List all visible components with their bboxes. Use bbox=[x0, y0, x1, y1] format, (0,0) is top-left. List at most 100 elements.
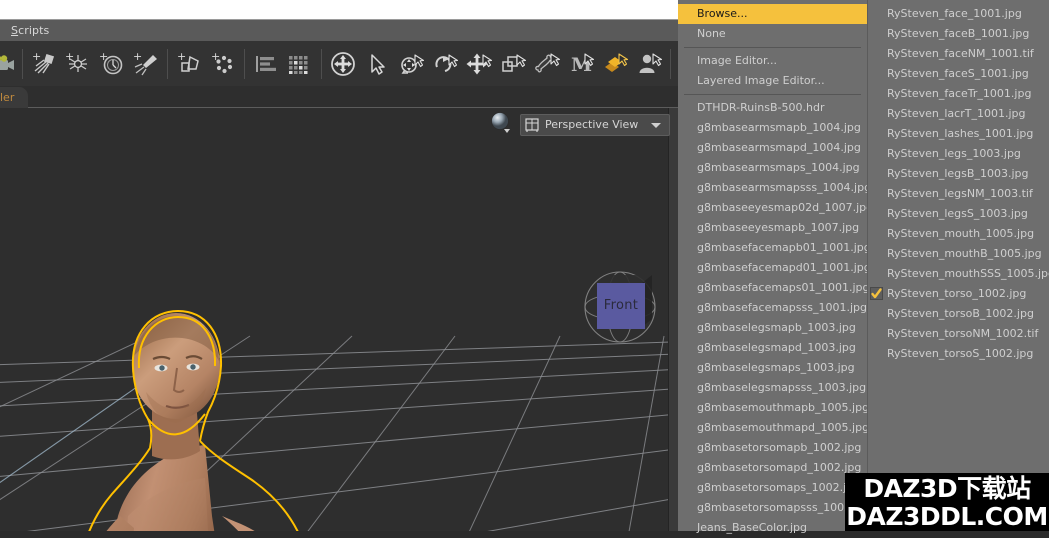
menu-item[interactable]: RySteven_mouthB_1005.jpg bbox=[868, 244, 1049, 264]
menu-item[interactable]: RySteven_mouthSSS_1005.jpg bbox=[868, 264, 1049, 284]
menu-item[interactable]: RySteven_lacrT_1001.jpg bbox=[868, 104, 1049, 124]
menu-item[interactable]: g8mbasefacemapb01_1001.jpg bbox=[678, 238, 867, 258]
spot-light-icon: + bbox=[133, 51, 159, 77]
create-null-button[interactable]: + bbox=[206, 43, 240, 85]
menu-item[interactable]: g8mbaselegsmaps_1003.jpg bbox=[678, 358, 867, 378]
menu-item-label: g8mbasearmsmapsss_1004.jpg bbox=[697, 181, 867, 194]
menu-item[interactable]: g8mbasetorsomapd_1002.jpg bbox=[678, 458, 867, 478]
texture-dropdown-menu[interactable]: Browse... None Image Editor... Layered Imag… bbox=[678, 0, 1049, 534]
menu-item[interactable]: g8mbaselegsmapsss_1003.jpg bbox=[678, 378, 867, 398]
menu-item[interactable]: g8mbasemouthmapd_1005.jpg bbox=[678, 418, 867, 438]
viewport[interactable]: Perspective View Front bbox=[0, 108, 678, 531]
translate-tool-button[interactable] bbox=[462, 43, 496, 85]
menu-item[interactable]: DTHDR-RuinsB-500.hdr bbox=[678, 98, 867, 118]
menu-item[interactable]: g8mbasetorsomaps_1002.jpg bbox=[678, 478, 867, 498]
menu-item[interactable]: Layered Image Editor... bbox=[678, 71, 867, 91]
spin-tool-button[interactable] bbox=[428, 43, 462, 85]
menu-item-label: g8mbasefacemapsss_1001.jpg bbox=[697, 301, 867, 314]
menu-item[interactable]: RySteven_faceNM_1001.tif bbox=[868, 44, 1049, 64]
node-selection-tool-button[interactable] bbox=[360, 43, 394, 85]
menu-item-label: RySteven_lacrT_1001.jpg bbox=[887, 107, 1026, 120]
align-icon bbox=[253, 53, 279, 75]
create-linear-point-light-button[interactable]: + bbox=[95, 43, 129, 85]
view-selector[interactable]: Perspective View bbox=[520, 114, 670, 136]
dropdown-column-1: Browse... None Image Editor... Layered Imag… bbox=[678, 0, 868, 534]
menu-item[interactable]: g8mbaseeyesmap02d_1007.jpg bbox=[678, 198, 867, 218]
menu-item[interactable]: g8mbasemouthmapb_1005.jpg bbox=[678, 398, 867, 418]
translate-arrows-icon bbox=[465, 51, 493, 77]
bone-icon bbox=[533, 51, 561, 77]
menu-item[interactable]: g8mbasearmsmaps_1004.jpg bbox=[678, 158, 867, 178]
active-pose-tool-button[interactable] bbox=[530, 43, 564, 85]
create-distant-light-button[interactable]: + bbox=[27, 43, 61, 85]
scale-icon bbox=[499, 51, 527, 77]
menu-item[interactable]: RySteven_lashes_1001.jpg bbox=[868, 124, 1049, 144]
scale-tool-button[interactable] bbox=[496, 43, 530, 85]
sphere-icon bbox=[489, 111, 513, 139]
rotate-tool-button[interactable] bbox=[394, 43, 428, 85]
menu-item-label: RySteven_face_1001.jpg bbox=[887, 7, 1022, 20]
menu-item[interactable]: RySteven_legsB_1003.jpg bbox=[868, 164, 1049, 184]
menu-item[interactable]: g8mbasefacemapsss_1001.jpg bbox=[678, 298, 867, 318]
view-nav-cube[interactable]: Front bbox=[576, 263, 664, 351]
spin-icon bbox=[431, 51, 459, 77]
nav-cube-front-face[interactable]: Front bbox=[597, 283, 645, 329]
null-node-icon: + bbox=[210, 51, 236, 77]
menu-item[interactable]: g8mbasetorsomapb_1002.jpg bbox=[678, 438, 867, 458]
surface-selection-tool-button[interactable] bbox=[598, 43, 632, 85]
menu-item[interactable]: g8mbasefacemapd01_1001.jpg bbox=[678, 258, 867, 278]
menu-item[interactable]: RySteven_legsS_1003.jpg bbox=[868, 204, 1049, 224]
menu-item[interactable]: g8mbaselegsmapd_1003.jpg bbox=[678, 338, 867, 358]
grid-snap-button[interactable] bbox=[283, 43, 317, 85]
menu-item[interactable]: RySteven_torsoS_1002.jpg bbox=[868, 344, 1049, 364]
viewport-header: Perspective View bbox=[0, 108, 678, 142]
menu-item-label: RySteven_faceB_1001.jpg bbox=[887, 27, 1030, 40]
tab-partial[interactable]: ler bbox=[0, 87, 29, 108]
menu-item[interactable]: Jeans_BaseColor.jpg bbox=[678, 518, 867, 538]
menu-item-label: Jeans_BaseColor.jpg bbox=[697, 521, 807, 534]
menu-item[interactable]: g8mbasearmsmapd_1004.jpg bbox=[678, 138, 867, 158]
menu-item[interactable]: g8mbasearmsmapsss_1004.jpg bbox=[678, 178, 867, 198]
toolbar-separator bbox=[167, 48, 168, 79]
menu-item[interactable]: RySteven_faceB_1001.jpg bbox=[868, 24, 1049, 44]
chevron-down-icon bbox=[651, 122, 661, 128]
menu-item[interactable]: RySteven_torso_1002.jpg bbox=[868, 284, 1049, 304]
create-point-light-button[interactable]: + bbox=[61, 43, 95, 85]
menu-item[interactable]: RySteven_face_1001.jpg bbox=[868, 4, 1049, 24]
create-spot-light-button[interactable]: + bbox=[129, 43, 163, 85]
create-camera-button[interactable] bbox=[0, 43, 18, 85]
menu-item[interactable]: Image Editor... bbox=[678, 51, 867, 71]
create-primitive-button[interactable]: + bbox=[172, 43, 206, 85]
menu-item[interactable]: g8mbasearmsmapb_1004.jpg bbox=[678, 118, 867, 138]
menu-item[interactable]: Browse... bbox=[678, 4, 867, 24]
panel-divider[interactable] bbox=[668, 108, 678, 531]
menu-item[interactable]: g8mbaseeyesmapb_1007.jpg bbox=[678, 218, 867, 238]
menu-item[interactable]: g8mbaselegsmapb_1003.jpg bbox=[678, 318, 867, 338]
menu-item[interactable]: RySteven_torsoNM_1002.tif bbox=[868, 324, 1049, 344]
menu-item[interactable]: RySteven_legsNM_1003.tif bbox=[868, 184, 1049, 204]
menu-item[interactable]: RySteven_legs_1003.jpg bbox=[868, 144, 1049, 164]
menu-item[interactable]: g8mbasetorsomapsss_1002.j bbox=[678, 498, 867, 518]
menu-item-label: Layered Image Editor... bbox=[697, 74, 825, 87]
menu-item-scripts[interactable]: Scripts bbox=[0, 22, 58, 40]
menu-item-label: RySteven_torsoNM_1002.tif bbox=[887, 327, 1039, 340]
svg-text:+: + bbox=[32, 51, 41, 63]
menu-item[interactable]: None bbox=[678, 24, 867, 44]
viewport-draw-style-button[interactable] bbox=[486, 112, 516, 138]
universal-tool-button[interactable] bbox=[326, 43, 360, 85]
menu-item[interactable]: g8mbasefacemaps01_1001.jpg bbox=[678, 278, 867, 298]
menu-item[interactable]: RySteven_torsoB_1002.jpg bbox=[868, 304, 1049, 324]
menu-item[interactable]: RySteven_faceTr_1001.jpg bbox=[868, 84, 1049, 104]
menu-item-label: RySteven_legs_1003.jpg bbox=[887, 147, 1021, 160]
svg-text:+: + bbox=[133, 51, 142, 63]
menu-item-label: RySteven_torso_1002.jpg bbox=[887, 287, 1027, 300]
menu-item-label: g8mbaseeyesmapb_1007.jpg bbox=[697, 221, 860, 234]
figure-setup-tool-button[interactable] bbox=[632, 43, 666, 85]
toolbar-separator bbox=[670, 48, 671, 79]
powerpose-tool-button[interactable]: M bbox=[564, 43, 598, 85]
menu-item[interactable]: RySteven_mouth_1005.jpg bbox=[868, 224, 1049, 244]
align-objects-button[interactable] bbox=[249, 43, 283, 85]
menu-item[interactable]: RySteven_faceS_1001.jpg bbox=[868, 64, 1049, 84]
menu-item-label: g8mbasemouthmapb_1005.jpg bbox=[697, 401, 867, 414]
point-light-icon: + bbox=[65, 51, 91, 77]
